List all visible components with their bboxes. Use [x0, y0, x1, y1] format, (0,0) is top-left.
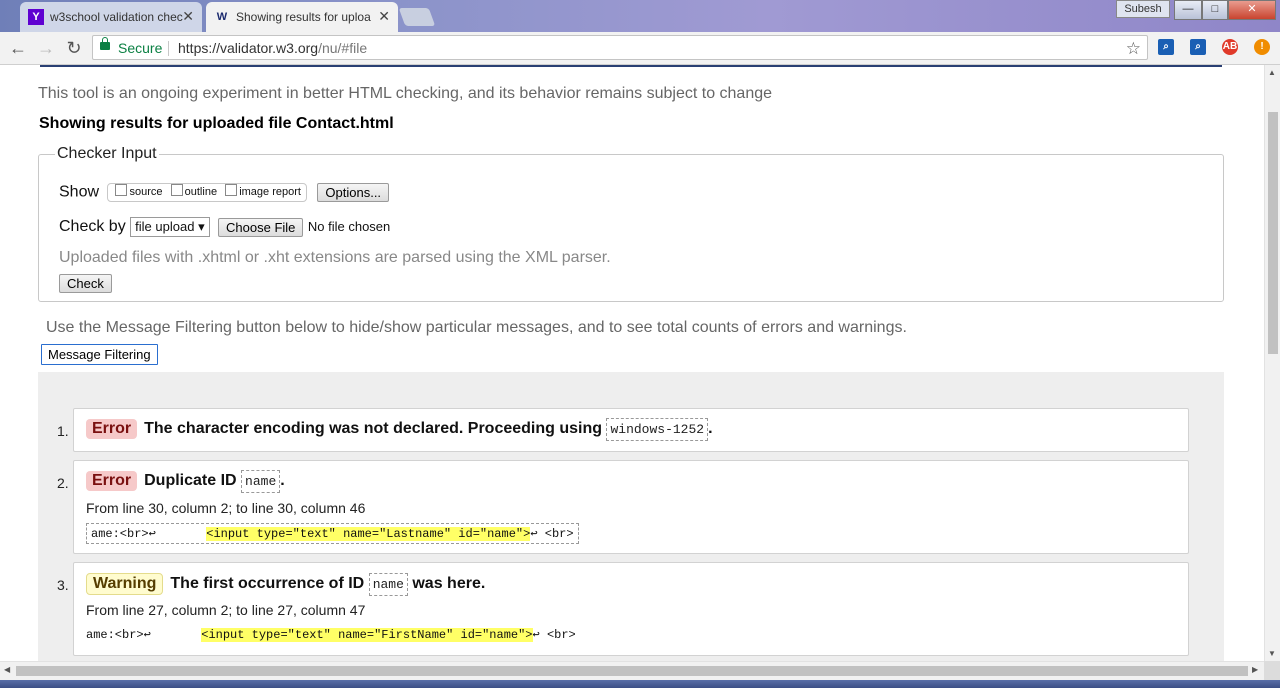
adblock-icon[interactable]: AB [1222, 39, 1238, 55]
url-text[interactable]: https://validator.w3.org/nu/#file [178, 36, 367, 61]
bookmark-star-icon[interactable]: ☆ [1126, 36, 1141, 61]
show-row: Show source outline image report Options… [59, 183, 390, 202]
highlighted-code: <input type="text" name="FirstName" id="… [201, 628, 533, 642]
message-item: 3. Warning The first occurrence of ID nam… [57, 562, 1189, 656]
chevron-down-icon: ▾ [198, 219, 205, 234]
message-number: 2. [57, 475, 69, 491]
results-heading: Showing results for uploaded file Contac… [39, 115, 394, 132]
windows-taskbar [0, 680, 1280, 688]
message-text: The character encoding was not declared.… [144, 420, 603, 437]
close-tab-icon[interactable]: ✕ [378, 8, 390, 25]
check-by-label: Check by [59, 218, 126, 236]
back-icon[interactable]: ← [8, 38, 28, 58]
browser-title-bar: Y w3school validation chec ✕ W Showing r… [0, 0, 1280, 32]
yahoo-icon: Y [28, 9, 44, 25]
checker-input-legend: Checker Input [57, 145, 157, 162]
show-label: Show [59, 183, 100, 201]
show-options-group: source outline image report [107, 183, 307, 202]
message-item: 1. Error The character encoding was not d… [57, 408, 1189, 452]
page-viewport: This tool is an ongoing experiment in be… [0, 65, 1264, 661]
message-text-line: Error Duplicate ID name. [86, 470, 285, 493]
header-rule [40, 65, 1222, 67]
close-window-button[interactable]: ✕ [1228, 0, 1276, 20]
scrollbar-corner [1264, 661, 1280, 680]
message-number: 3. [57, 577, 69, 593]
choose-file-button[interactable]: Choose File [218, 217, 304, 237]
extension-search-icon-2[interactable]: ⌕ [1190, 39, 1206, 55]
tab-w3school[interactable]: Y w3school validation chec ✕ [20, 2, 202, 32]
warning-badge: Warning [86, 573, 164, 595]
profile-name-badge[interactable]: Subesh [1116, 0, 1170, 18]
message-suffix: . [280, 472, 285, 489]
message-text-line: Error The character encoding was not decl… [86, 418, 713, 441]
divider [168, 41, 169, 56]
image-report-label: image report [239, 186, 301, 198]
message-text-line: Warning The first occurrence of ID name w… [86, 573, 486, 596]
maximize-button[interactable]: □ [1202, 0, 1228, 20]
error-badge: Error [86, 471, 138, 491]
tab-validator-results[interactable]: W Showing results for uploa ✕ [206, 2, 398, 32]
w3c-validator-icon: W [216, 11, 228, 23]
no-file-text: No file chosen [307, 219, 391, 235]
message-text: Duplicate ID [144, 472, 237, 489]
message-item: 2. Error Duplicate ID name. From line 30,… [57, 460, 1189, 554]
message-filtering-button[interactable]: Message Filtering [41, 344, 158, 365]
image-report-checkbox[interactable] [225, 184, 238, 196]
close-tab-icon[interactable]: ✕ [182, 8, 194, 25]
xml-parser-note: Uploaded files with .xhtml or .xht exten… [59, 249, 611, 266]
horizontal-scrollbar[interactable]: ◀ ▶ [0, 661, 1264, 680]
scroll-left-icon[interactable]: ◀ [4, 665, 10, 674]
message-code: name [241, 470, 281, 493]
extension-search-icon[interactable]: ⌕ [1158, 39, 1174, 55]
intro-text: This tool is an ongoing experiment in be… [38, 85, 773, 102]
message-text: The first occurrence of ID [170, 575, 365, 592]
source-checkbox[interactable] [115, 184, 128, 196]
secure-label: Secure [118, 40, 163, 56]
message-code: name [368, 573, 408, 596]
lock-icon [100, 37, 110, 50]
source-label: source [129, 186, 163, 198]
filter-info-text: Use the Message Filtering button below t… [46, 319, 907, 336]
message-location: From line 27, column 2; to line 27, colu… [86, 602, 366, 618]
results-panel: 1. Error The character encoding was not d… [38, 372, 1224, 661]
check-by-row: Check by file upload ▾ Choose File No fi… [59, 217, 390, 237]
browser-toolbar: ← → ↻ Secure https://validator.w3.org/nu… [0, 32, 1280, 65]
message-code: windows-1252 [606, 418, 709, 441]
vertical-scrollbar[interactable]: ▲ ▼ [1264, 65, 1280, 661]
forward-icon[interactable]: → [36, 38, 56, 58]
options-button[interactable]: Options... [317, 183, 390, 202]
checker-input-panel: Checker Input Show source outline image … [38, 145, 1224, 302]
outline-label: outline [184, 186, 218, 198]
check-by-select[interactable]: file upload ▾ [130, 217, 210, 237]
reload-icon[interactable]: ↻ [64, 38, 84, 58]
message-number: 1. [57, 423, 69, 439]
source-extract: ame:<br>↩ <input type="text" name="Lastn… [86, 523, 579, 544]
alert-icon[interactable]: ! [1254, 39, 1270, 55]
highlighted-code: <input type="text" name="Lastname" id="n… [206, 527, 531, 541]
check-button[interactable]: Check [59, 274, 112, 293]
error-badge: Error [86, 419, 138, 439]
outline-checkbox[interactable] [170, 184, 183, 196]
scroll-up-icon[interactable]: ▲ [1268, 68, 1276, 77]
message-suffix: . [708, 420, 713, 437]
source-extract: ame:<br>↩ <input type="text" name="First… [86, 628, 576, 642]
address-bar[interactable]: Secure https://validator.w3.org/nu/#file… [92, 35, 1148, 60]
scroll-right-icon[interactable]: ▶ [1252, 665, 1258, 674]
horizontal-scroll-thumb[interactable] [16, 666, 1248, 676]
message-location: From line 30, column 2; to line 30, colu… [86, 500, 366, 516]
tab-title: Showing results for uploa [236, 10, 371, 24]
vertical-scroll-thumb[interactable] [1268, 112, 1278, 354]
new-tab-button[interactable] [398, 8, 436, 26]
tab-title: w3school validation chec [50, 10, 183, 24]
message-suffix: was here. [412, 575, 486, 592]
check-row: Check [59, 274, 112, 293]
scroll-down-icon[interactable]: ▼ [1268, 649, 1276, 658]
minimize-button[interactable]: — [1174, 0, 1202, 20]
